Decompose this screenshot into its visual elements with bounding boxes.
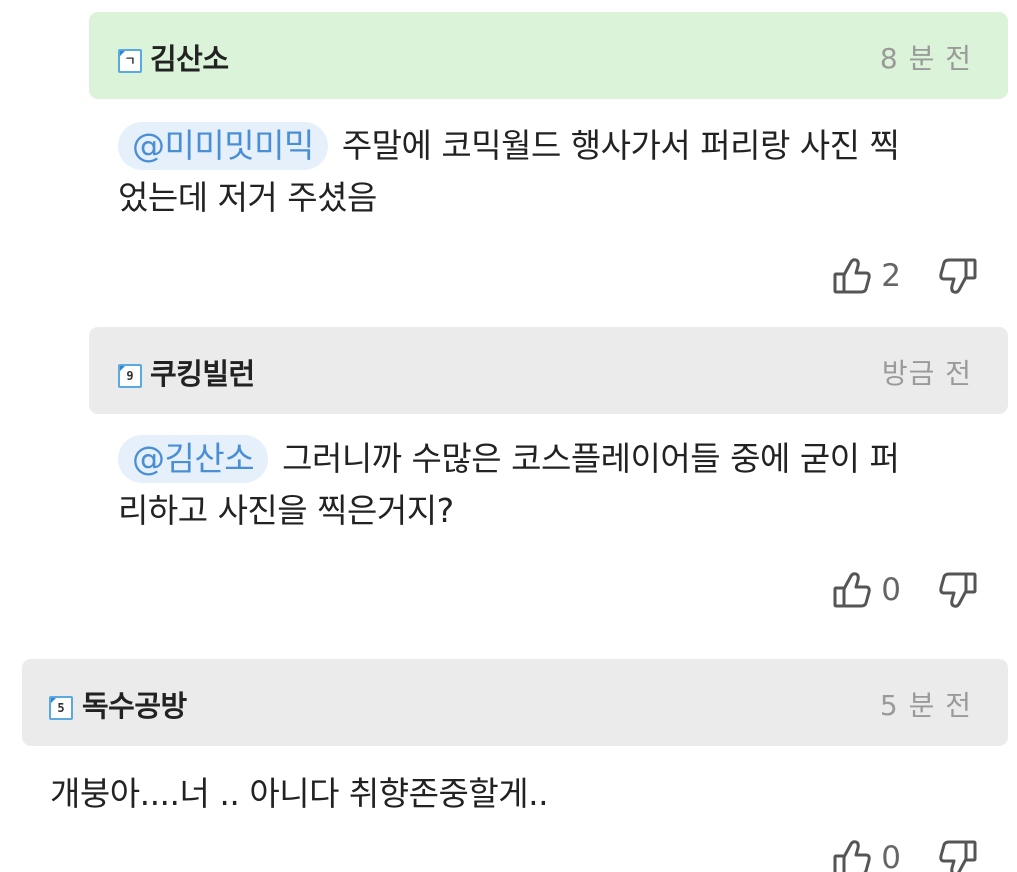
comment-text-line1: 주말에 코믹월드 행사가서 퍼리랑 사진 찍 [341,126,900,165]
comment-line-1: @김산소 그러니까 수많은 코스플레이어들 중에 굳이 퍼 [118,433,998,485]
comment-header: ㄱ 김산소 8 분 전 [89,12,1008,99]
like-button[interactable]: 2 [831,254,901,298]
timestamp: 5 분 전 [879,689,972,722]
comment-thread: ㄱ 김산소 8 분 전 @미미밋미믹 주말에 코믹월드 행사가서 퍼리랑 사진 찍… [0,0,1017,872]
dislike-button[interactable] [935,254,979,298]
thumbs-up-icon [833,572,871,608]
comment-text-line2: 리하고 사진을 찍은거지? [118,491,454,530]
comment-text: @미미밋미믹 주말에 코믹월드 행사가서 퍼리랑 사진 찍 었는데 저거 주셨음 [118,120,998,224]
like-count: 2 [881,258,901,294]
level-badge-icon: ㄱ [118,49,142,73]
like-button[interactable]: 0 [831,836,901,872]
mention-tag[interactable]: @미미밋미믹 [118,122,328,170]
username[interactable]: 김산소 [150,41,229,77]
level-number: 9 [126,369,134,383]
comment-text-line2: 었는데 저거 주셨음 [118,178,377,217]
mention-tag[interactable]: @김산소 [118,435,269,483]
comment-header: 9 쿠킹빌런 방금 전 [89,327,1008,414]
level-number: 5 [57,701,65,715]
level-number: ㄱ [124,54,136,68]
like-button[interactable]: 0 [831,568,901,612]
comment-header: 5 독수공방 5 분 전 [22,659,1008,746]
vote-controls: 0 [831,566,979,614]
comment-line-1: @미미밋미믹 주말에 코믹월드 행사가서 퍼리랑 사진 찍 [118,120,998,172]
comment-text-line1: 개붕아....너 .. 아니다 취향존중할게.. [50,774,549,813]
level-badge-icon: 5 [49,696,73,720]
timestamp: 방금 전 [881,357,972,390]
thumbs-down-icon [939,840,977,872]
dislike-button[interactable] [935,568,979,612]
like-count: 0 [881,840,901,872]
vote-controls: 0 [831,834,979,872]
username[interactable]: 독수공방 [82,688,187,724]
username[interactable]: 쿠킹빌런 [150,356,255,392]
vote-controls: 2 [831,252,979,300]
thumbs-down-icon [939,572,977,608]
thumbs-up-icon [833,840,871,872]
level-badge-icon: 9 [118,364,142,388]
dislike-button[interactable] [935,836,979,872]
timestamp: 8 분 전 [879,42,972,75]
thumbs-up-icon [833,258,871,294]
comment-text-line1: 그러니까 수많은 코스플레이어들 중에 굳이 퍼 [282,439,900,478]
comment-text: @김산소 그러니까 수많은 코스플레이어들 중에 굳이 퍼 리하고 사진을 찍은거… [118,433,998,537]
thumbs-down-icon [939,258,977,294]
like-count: 0 [881,572,901,608]
comment-text: 개붕아....너 .. 아니다 취향존중할게.. [50,768,990,820]
